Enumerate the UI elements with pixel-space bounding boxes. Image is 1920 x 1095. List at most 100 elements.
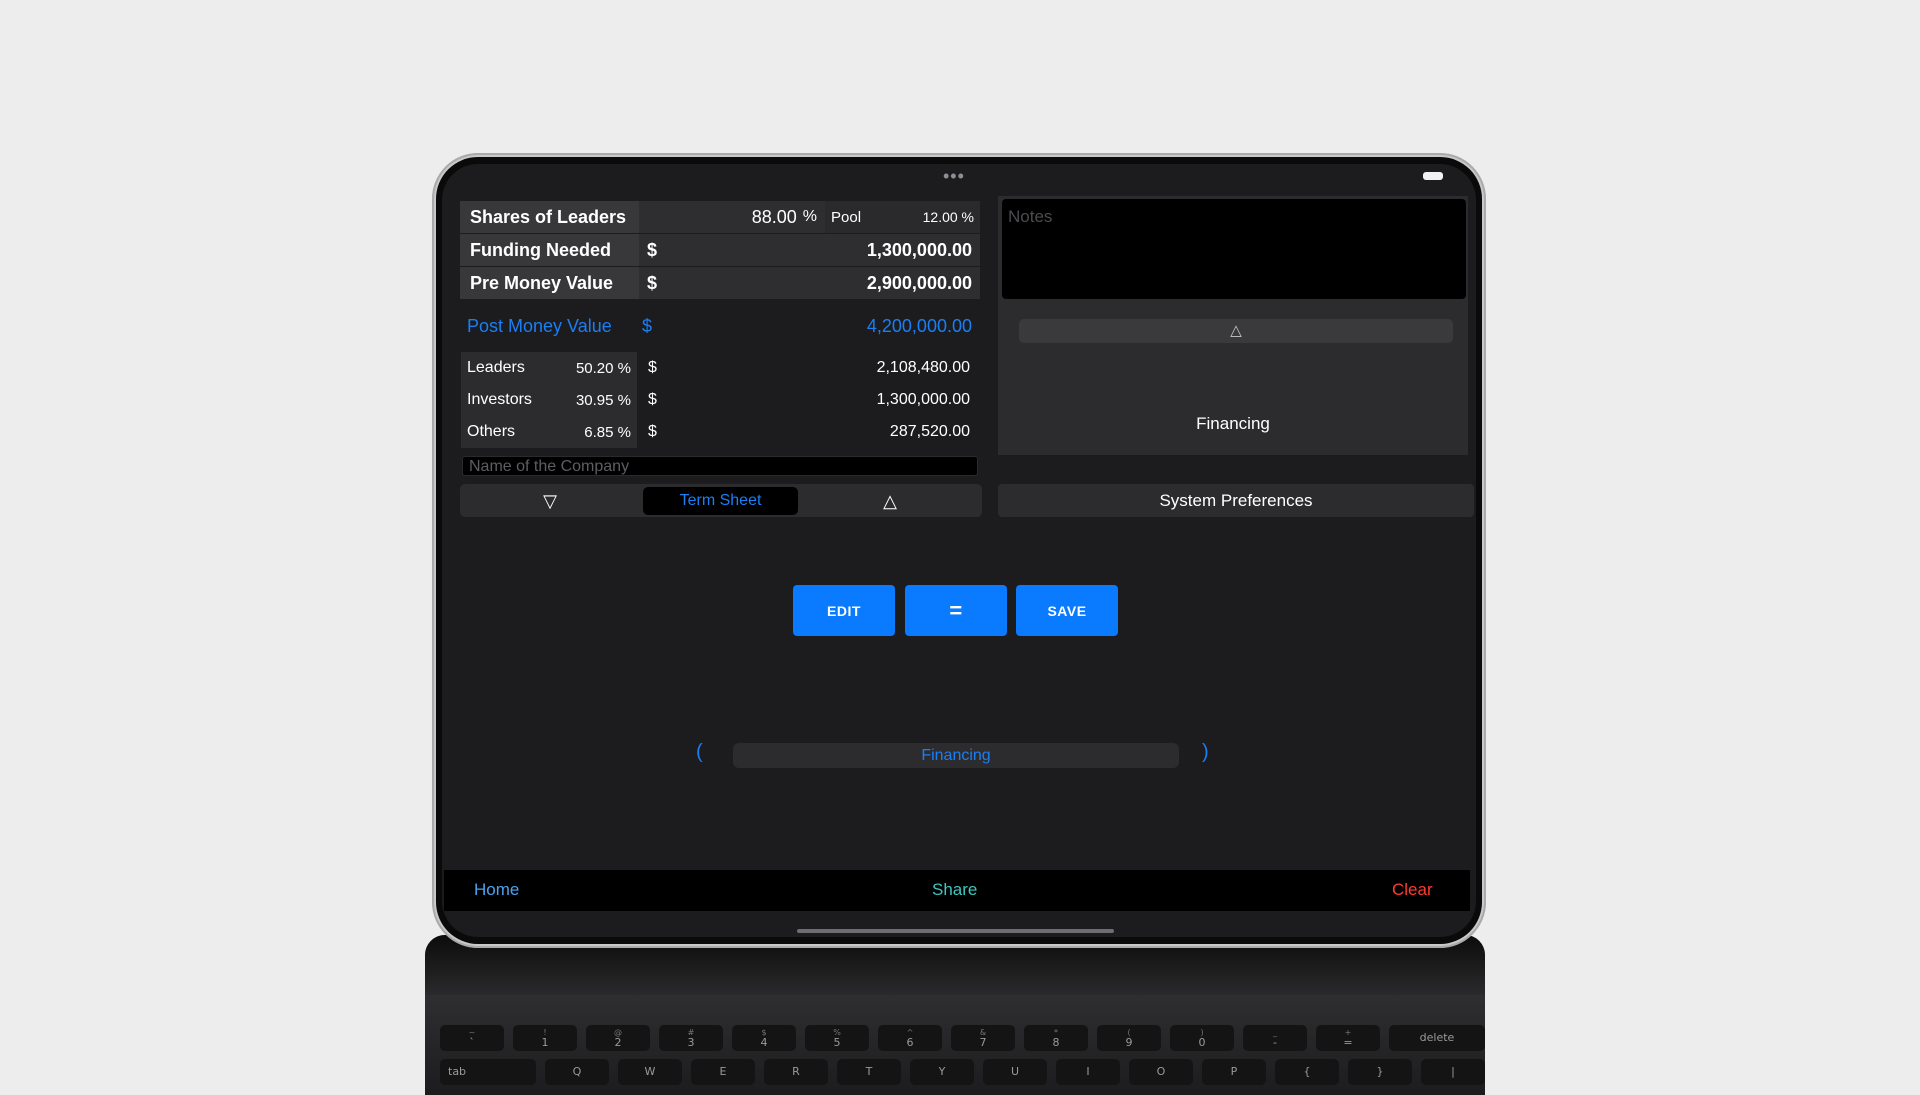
breakdown-percent: 50.20 % xyxy=(575,359,631,377)
key-delete-label: delete xyxy=(1419,1031,1455,1044)
breakdown-currency: $ xyxy=(648,391,657,408)
segment-down-button[interactable]: ▽ xyxy=(530,487,570,515)
key[interactable]: U xyxy=(983,1059,1047,1085)
term-sheet-tab[interactable]: Term Sheet xyxy=(643,487,798,515)
company-name-input[interactable]: Name of the Company xyxy=(462,456,978,476)
pool-box[interactable]: Pool 12.00 % xyxy=(825,201,980,233)
right-panel-title: Financing xyxy=(1196,414,1270,433)
notes-collapse-button[interactable]: △ xyxy=(1019,319,1453,343)
pre-money-label: Pre Money Value xyxy=(460,267,639,299)
key[interactable]: (9 xyxy=(1097,1025,1161,1051)
home-indicator[interactable] xyxy=(797,929,1114,933)
key-char: 0 xyxy=(1198,1036,1206,1049)
multitasking-dots[interactable]: ••• xyxy=(943,166,965,187)
key[interactable]: R xyxy=(764,1059,828,1085)
key[interactable]: T xyxy=(837,1059,901,1085)
key[interactable]: ~ ` xyxy=(440,1025,504,1051)
breakdown-percent: 30.95 % xyxy=(575,391,631,409)
share-button[interactable]: Share xyxy=(932,880,977,900)
equals-button[interactable]: = xyxy=(905,585,1007,636)
key[interactable]: ^ 6 xyxy=(878,1025,942,1051)
keyboard-letter-row: tab Q W E R T Y U I O P {} | xyxy=(440,1059,1485,1085)
pre-money-currency: $ xyxy=(647,272,658,293)
key-char: 1 xyxy=(541,1036,549,1049)
notes-field[interactable]: Notes xyxy=(1002,199,1466,299)
key[interactable]: } xyxy=(1348,1059,1412,1085)
breakdown-label: Leaders xyxy=(467,359,525,376)
key[interactable]: | xyxy=(1421,1059,1485,1085)
key-char: 6 xyxy=(906,1036,914,1049)
key-tab[interactable]: tab xyxy=(440,1059,536,1085)
clear-button[interactable]: Clear xyxy=(1392,880,1433,900)
keyboard-number-row: ~ ` ! 1 @2 #3 $4 % 5 ^ 6 & 7 * 8 (9 ) 0 _ - + = delete xyxy=(440,1025,1485,1051)
key-char: 3 xyxy=(687,1036,695,1049)
key[interactable]: I xyxy=(1056,1059,1120,1085)
breakdown-label: Others xyxy=(467,423,516,440)
key-char: O xyxy=(1156,1065,1166,1078)
key[interactable]: + = xyxy=(1316,1025,1380,1051)
breakdown-amount: 2,108,480.00 xyxy=(876,359,970,376)
key[interactable]: _ - xyxy=(1243,1025,1307,1051)
key-char: 9 xyxy=(1125,1036,1133,1049)
segment-up-button[interactable]: △ xyxy=(870,487,910,515)
post-money-amount: 4,200,000.00 xyxy=(866,315,972,336)
pre-money-value[interactable]: $ 2,900,000.00 xyxy=(639,267,980,299)
breakdown-label: Investors xyxy=(467,391,532,408)
key-char: 4 xyxy=(760,1036,768,1049)
edit-button[interactable]: EDIT xyxy=(793,585,895,636)
key-char: { xyxy=(1303,1065,1311,1078)
previous-page-button[interactable]: ( xyxy=(696,741,703,764)
funding-value[interactable]: $ 1,300,000.00 xyxy=(639,234,980,266)
pager-label[interactable]: Financing xyxy=(733,743,1179,768)
key[interactable]: E xyxy=(691,1059,755,1085)
pre-money-amount: 2,900,000.00 xyxy=(866,272,972,293)
shares-row: Shares of Leaders 88.00 % Pool 12.00 % xyxy=(460,201,980,233)
key[interactable]: { xyxy=(1275,1059,1339,1085)
shares-value[interactable]: 88.00 % xyxy=(639,201,825,233)
shares-label: Shares of Leaders xyxy=(460,201,639,233)
post-money-row: Post Money Value $ 4,200,000.00 xyxy=(460,310,980,342)
system-preferences-button[interactable]: System Preferences xyxy=(998,484,1474,517)
key-char: ` xyxy=(469,1036,475,1049)
key[interactable]: ! 1 xyxy=(513,1025,577,1051)
key[interactable]: @2 xyxy=(586,1025,650,1051)
key-delete[interactable]: delete xyxy=(1389,1025,1485,1051)
funding-currency: $ xyxy=(647,239,658,260)
key-char: 7 xyxy=(979,1036,987,1049)
breakdown-value: $2,108,480.00 xyxy=(635,359,980,377)
key[interactable]: ) 0 xyxy=(1170,1025,1234,1051)
key-char: W xyxy=(644,1065,656,1078)
breakdown-row: Leaders 50.20 % $2,108,480.00 xyxy=(460,352,980,384)
key-char: Q xyxy=(572,1065,582,1078)
key-char: P xyxy=(1230,1065,1238,1078)
key-char: E xyxy=(719,1065,727,1078)
key-char: T xyxy=(865,1065,873,1078)
key[interactable]: % 5 xyxy=(805,1025,869,1051)
pool-label: Pool xyxy=(831,208,862,226)
funding-label: Funding Needed xyxy=(460,234,639,266)
breakdown-value: $1,300,000.00 xyxy=(635,391,980,409)
key[interactable]: * 8 xyxy=(1024,1025,1088,1051)
post-money-currency: $ xyxy=(642,315,653,336)
key-char: = xyxy=(1343,1036,1353,1049)
key[interactable]: Q xyxy=(545,1059,609,1085)
shares-percent: 88.00 xyxy=(751,206,797,227)
save-button[interactable]: SAVE xyxy=(1016,585,1118,636)
breakdown-value: $287,520.00 xyxy=(635,423,980,441)
key[interactable]: Y xyxy=(910,1059,974,1085)
key[interactable]: #3 xyxy=(659,1025,723,1051)
key[interactable]: O xyxy=(1129,1059,1193,1085)
pre-money-row: Pre Money Value $ 2,900,000.00 xyxy=(460,267,980,299)
post-money-value: $ 4,200,000.00 xyxy=(642,316,980,337)
next-page-button[interactable]: ) xyxy=(1202,741,1209,764)
key[interactable]: $4 xyxy=(732,1025,796,1051)
breakdown-percent: 6.85 % xyxy=(584,423,631,441)
key-char: I xyxy=(1086,1065,1090,1078)
key[interactable]: & 7 xyxy=(951,1025,1015,1051)
key[interactable]: P xyxy=(1202,1059,1266,1085)
key[interactable]: W xyxy=(618,1059,682,1085)
home-button[interactable]: Home xyxy=(474,880,519,900)
key-char: 8 xyxy=(1052,1036,1060,1049)
pool-value: 12.00 % xyxy=(922,209,974,225)
key-char: 5 xyxy=(833,1036,841,1049)
